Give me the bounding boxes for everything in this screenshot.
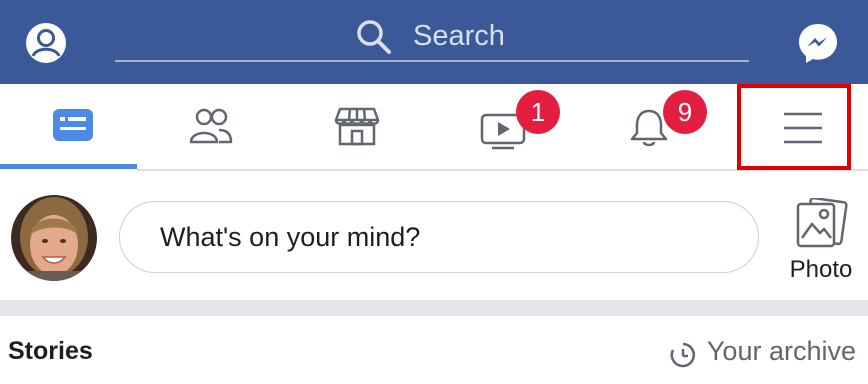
search-icon	[357, 20, 391, 54]
profile-icon	[26, 23, 66, 63]
stories-heading: Stories	[8, 337, 93, 365]
tab-friends[interactable]	[138, 84, 283, 170]
photo-button[interactable]: Photo	[780, 194, 862, 294]
whats-on-your-mind-input[interactable]: What's on your mind?	[119, 201, 759, 273]
photo-label: Photo	[789, 256, 853, 283]
menu-highlight-box	[737, 84, 851, 170]
search-bar[interactable]: Search	[115, 8, 749, 62]
archive-label: Your archive	[706, 336, 856, 366]
archive-clock-icon	[670, 342, 695, 368]
watch-badge: 1	[516, 90, 560, 134]
top-bar: Search	[0, 0, 868, 84]
your-archive-link[interactable]: Your archive	[670, 336, 856, 372]
active-tab-indicator	[0, 164, 137, 169]
section-divider	[0, 300, 868, 316]
tab-marketplace[interactable]	[284, 84, 429, 170]
composer-placeholder: What's on your mind?	[160, 222, 421, 252]
friends-icon	[189, 108, 232, 144]
user-photo	[11, 195, 97, 281]
notifications-badge: 9	[663, 90, 707, 134]
news-feed-icon	[52, 109, 93, 141]
search-placeholder: Search	[413, 20, 505, 52]
profile-button[interactable]	[24, 21, 68, 65]
marketplace-icon	[334, 107, 379, 146]
photo-icon	[796, 198, 848, 248]
post-composer: What's on your mind? Photo	[0, 172, 868, 300]
tab-news-feed[interactable]	[0, 84, 145, 170]
messenger-button[interactable]	[796, 21, 840, 65]
avatar[interactable]	[11, 195, 97, 281]
messenger-icon	[799, 24, 837, 63]
